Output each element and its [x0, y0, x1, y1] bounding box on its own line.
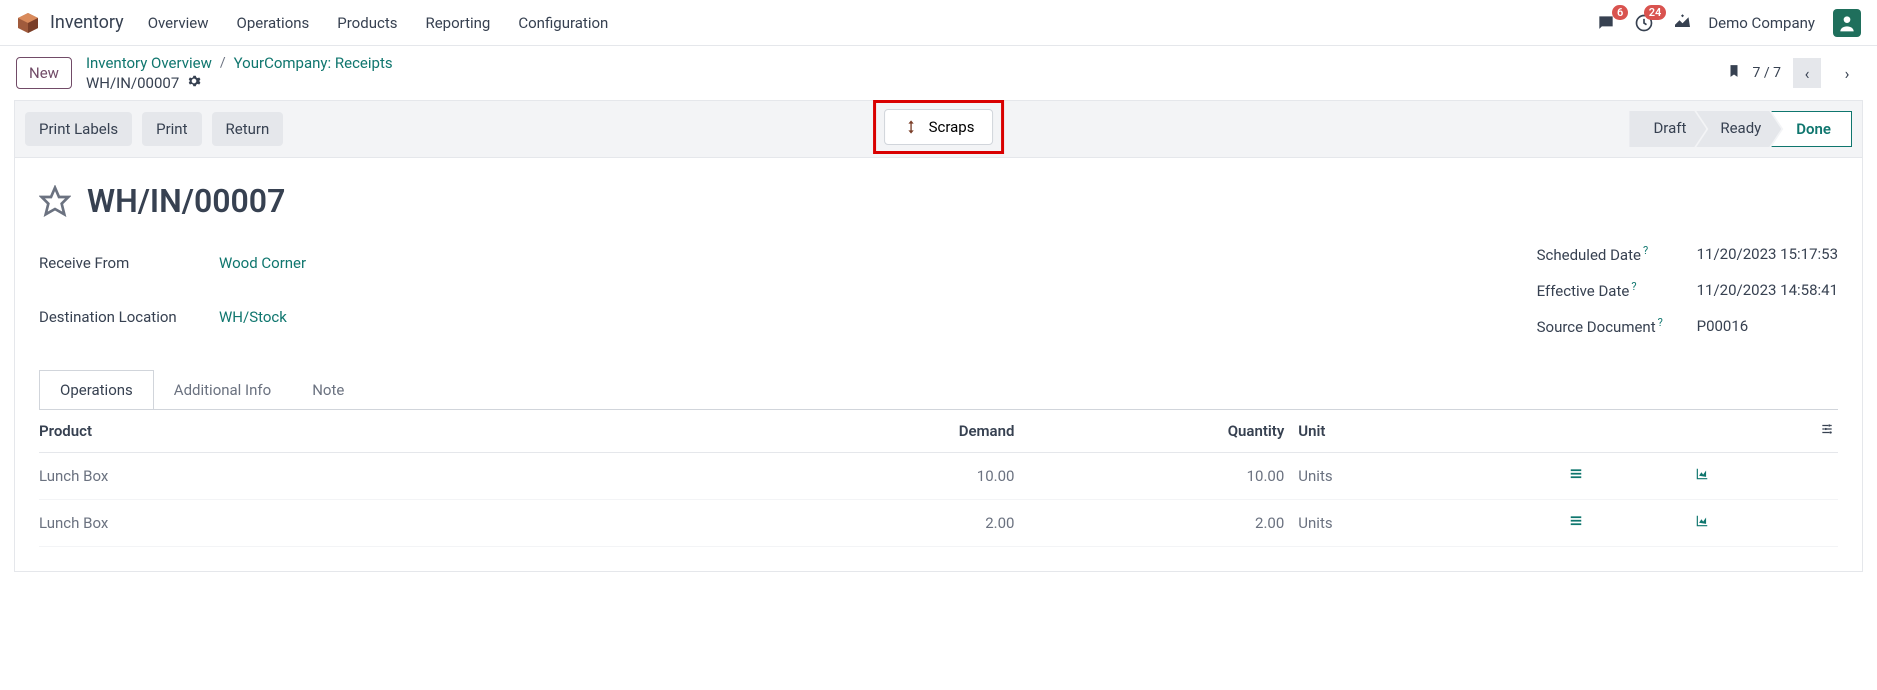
- list-icon[interactable]: [1568, 514, 1584, 532]
- status-ready[interactable]: Ready: [1696, 111, 1781, 147]
- main-menu: Overview Operations Products Reporting C…: [148, 14, 609, 32]
- pager-next[interactable]: ›: [1833, 58, 1861, 88]
- menu-products[interactable]: Products: [337, 14, 397, 32]
- pager-prev[interactable]: ‹: [1793, 58, 1821, 88]
- scraps-highlight: Scraps: [873, 100, 1005, 154]
- col-demand: Demand: [759, 410, 1029, 453]
- scraps-button[interactable]: Scraps: [884, 109, 994, 145]
- app-title[interactable]: Inventory: [50, 12, 124, 33]
- avatar[interactable]: [1833, 9, 1861, 37]
- table-row[interactable]: Lunch Box 10.00 10.00 Units: [39, 453, 1838, 500]
- operations-table: Product Demand Quantity Unit Lunch Box 1…: [39, 410, 1838, 547]
- company-switcher[interactable]: Demo Company: [1708, 14, 1815, 32]
- col-quantity: Quantity: [1028, 410, 1298, 453]
- help-icon[interactable]: ?: [1643, 244, 1648, 257]
- breadcrumb-current: WH/IN/00007: [86, 74, 179, 92]
- label-destination: Destination Location: [39, 308, 219, 326]
- new-button[interactable]: New: [16, 57, 72, 89]
- column-settings[interactable]: [1820, 410, 1838, 453]
- tools-icon[interactable]: [1672, 12, 1690, 34]
- menu-reporting[interactable]: Reporting: [425, 14, 490, 32]
- breadcrumb-overview[interactable]: Inventory Overview: [86, 54, 212, 72]
- print-button[interactable]: Print: [142, 112, 201, 146]
- list-icon[interactable]: [1568, 467, 1584, 485]
- menu-overview[interactable]: Overview: [148, 14, 209, 32]
- col-unit: Unit: [1298, 410, 1568, 453]
- label-source: Source Document?: [1537, 316, 1697, 336]
- activities-icon[interactable]: 24: [1634, 13, 1654, 33]
- print-labels-button[interactable]: Print Labels: [25, 112, 132, 146]
- table-row[interactable]: Lunch Box 2.00 2.00 Units: [39, 500, 1838, 547]
- status-draft[interactable]: Draft: [1629, 111, 1706, 147]
- gear-icon[interactable]: [187, 74, 201, 92]
- control-row: New Inventory Overview / YourCompany: Re…: [0, 46, 1877, 100]
- app-icon: [16, 11, 40, 35]
- status-done[interactable]: Done: [1771, 111, 1852, 147]
- chart-icon[interactable]: [1694, 514, 1710, 532]
- messages-icon[interactable]: 6: [1596, 13, 1616, 33]
- scheduled-value: 11/20/2023 15:17:53: [1697, 245, 1838, 263]
- topbar: Inventory Overview Operations Products R…: [0, 0, 1877, 46]
- star-icon[interactable]: [39, 185, 71, 217]
- source-value: P00016: [1697, 317, 1838, 335]
- status-bar: Draft Ready Done: [1629, 111, 1852, 147]
- record-title: WH/IN/00007: [87, 182, 285, 220]
- label-effective: Effective Date?: [1537, 280, 1697, 300]
- activities-badge: 24: [1644, 5, 1667, 20]
- menu-operations[interactable]: Operations: [237, 14, 310, 32]
- menu-configuration[interactable]: Configuration: [518, 14, 608, 32]
- tab-operations[interactable]: Operations: [39, 370, 154, 409]
- chart-icon[interactable]: [1694, 467, 1710, 485]
- tab-additional-info[interactable]: Additional Info: [153, 370, 292, 409]
- help-icon[interactable]: ?: [1658, 316, 1663, 329]
- label-scheduled: Scheduled Date?: [1537, 244, 1697, 264]
- destination-value[interactable]: WH/Stock: [219, 308, 306, 326]
- messages-badge: 6: [1612, 5, 1628, 20]
- col-product: Product: [39, 410, 759, 453]
- label-receive-from: Receive From: [39, 254, 219, 272]
- effective-value: 11/20/2023 14:58:41: [1697, 281, 1838, 299]
- breadcrumb-receipts[interactable]: YourCompany: Receipts: [234, 54, 393, 72]
- updown-arrow-icon: [903, 119, 919, 135]
- help-icon[interactable]: ?: [1631, 280, 1636, 293]
- return-button[interactable]: Return: [212, 112, 284, 146]
- receive-from-value[interactable]: Wood Corner: [219, 254, 306, 272]
- tabs: Operations Additional Info Note: [39, 370, 1838, 409]
- bookmark-icon[interactable]: [1727, 62, 1741, 84]
- tab-note[interactable]: Note: [291, 370, 365, 409]
- form-sheet: WH/IN/00007 Receive From Wood Corner Des…: [14, 158, 1863, 572]
- sliders-icon: [1820, 422, 1834, 436]
- breadcrumb: Inventory Overview / YourCompany: Receip…: [86, 54, 393, 92]
- pager-count: 7 / 7: [1753, 65, 1781, 81]
